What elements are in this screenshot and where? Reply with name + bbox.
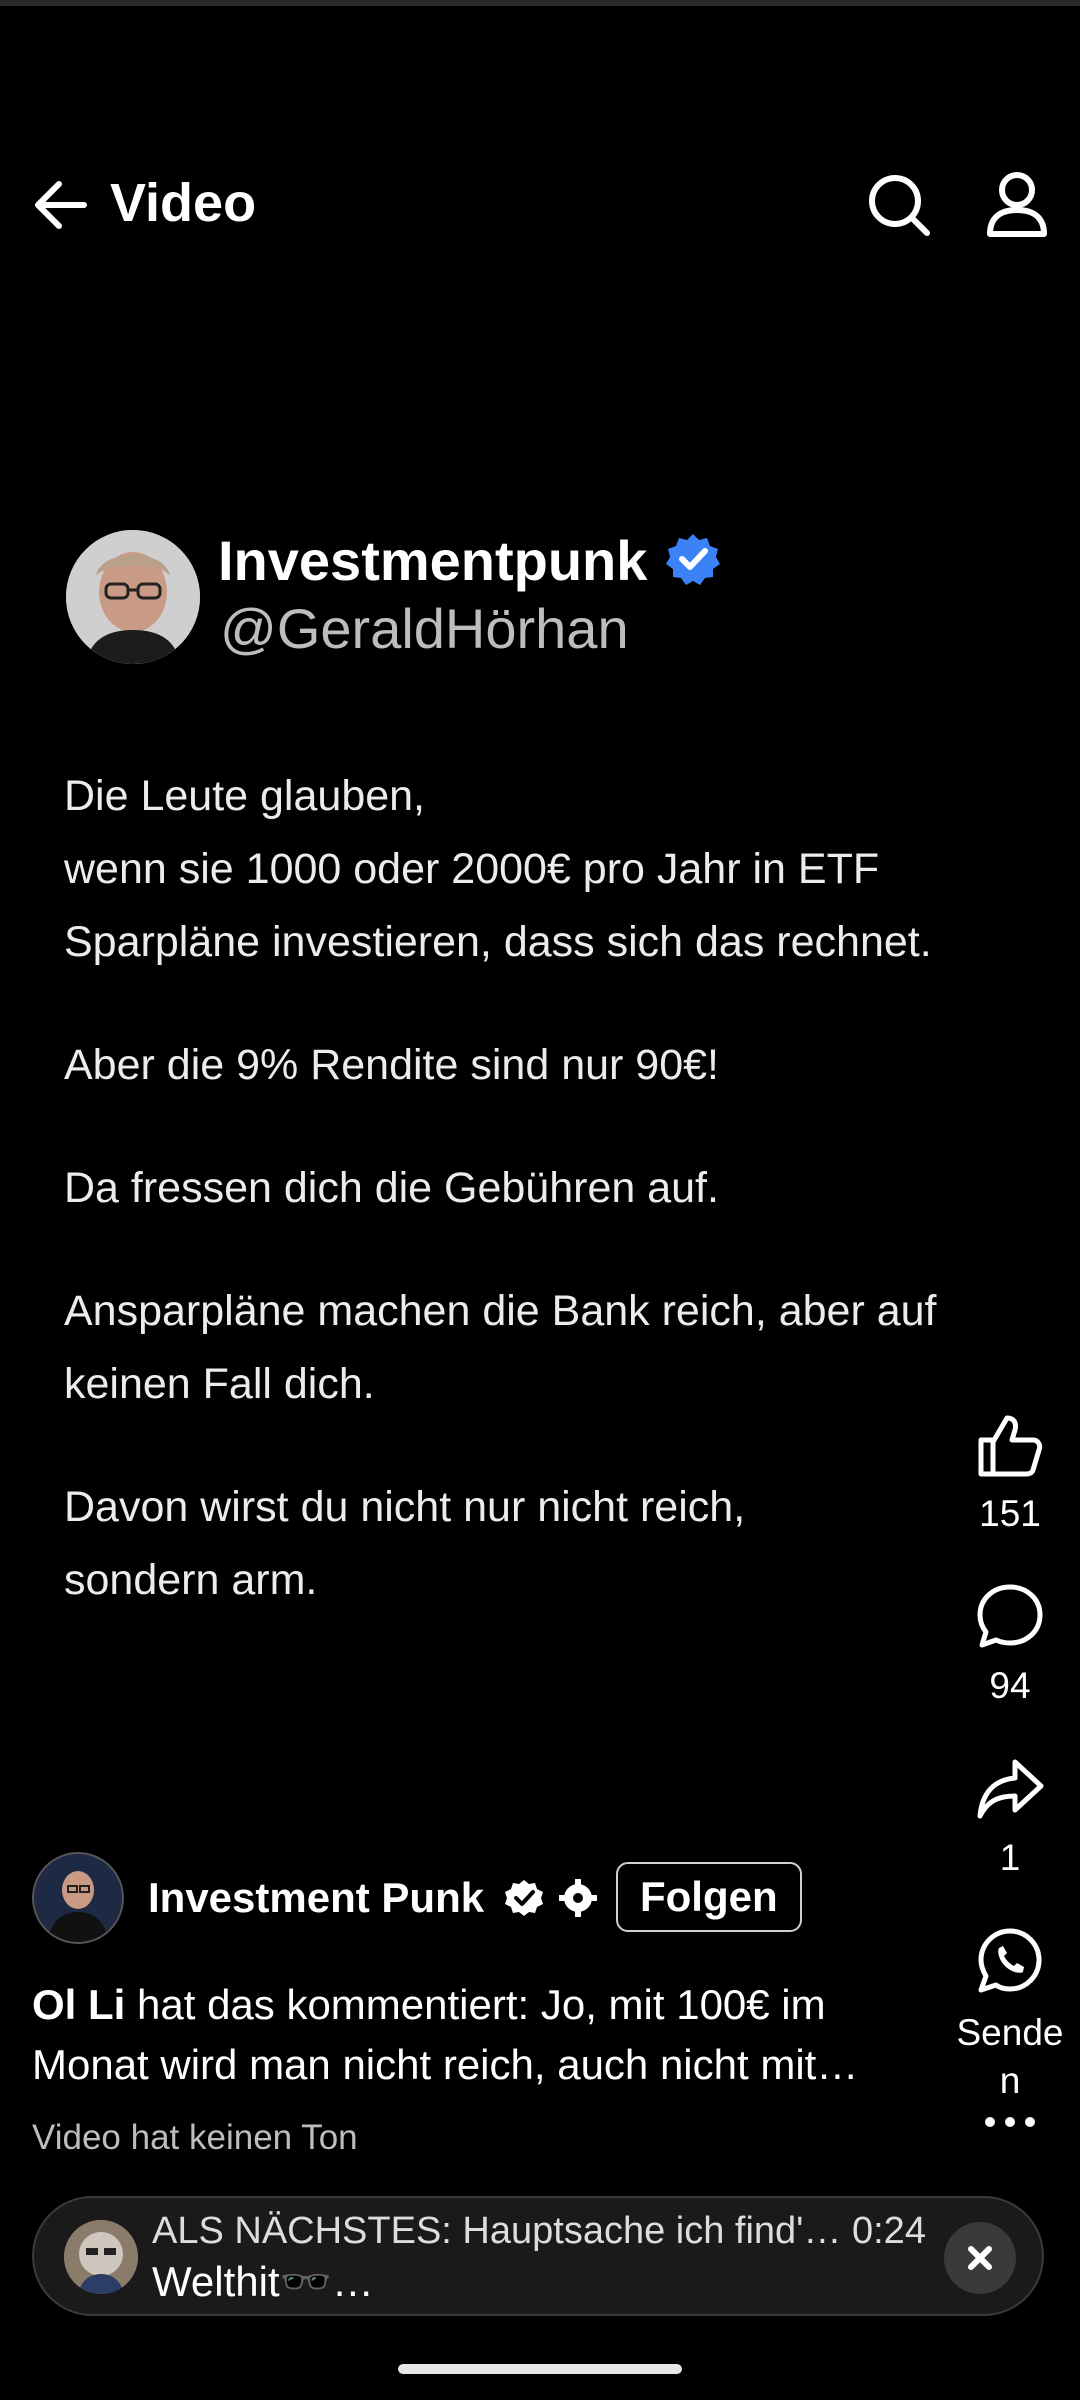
close-up-next-button[interactable] [944, 2222, 1016, 2294]
post-body: Die Leute glauben, wenn sie 1000 oder 20… [64, 760, 1024, 1667]
creator-gear-badge-icon [559, 1879, 597, 1917]
thumbs-up-icon [978, 1415, 1043, 1477]
whatsapp-send-button[interactable]: Sende n [940, 1926, 1080, 2105]
profile-icon[interactable] [984, 170, 1050, 240]
post-paragraph: Aber die 9% Rendite sind nur 90€! [64, 1041, 719, 1089]
search-icon[interactable] [866, 172, 932, 238]
post-paragraph: Da fressen dich die Gebühren auf. [64, 1164, 719, 1212]
follow-button[interactable]: Folgen [616, 1862, 802, 1932]
like-count: 151 [979, 1493, 1041, 1534]
like-button[interactable]: 151 [940, 1410, 1080, 1535]
verified-badge-icon [505, 1880, 543, 1916]
post-paragraph: Ansparpläne machen die Bank reich, aber … [64, 1287, 937, 1408]
up-next-bar[interactable]: ALS NÄCHSTES: Hauptsache ich find'… 0:24… [32, 2196, 1044, 2316]
no-sound-notice: Video hat keinen Ton [32, 2118, 358, 2157]
back-arrow-icon[interactable] [32, 178, 90, 232]
featured-comment[interactable]: Ol Li hat das kommentiert: Jo, mit 100€ … [32, 1975, 932, 2095]
post-paragraph: Die Leute glauben, [64, 772, 426, 820]
verified-badge-icon [666, 534, 720, 585]
post-paragraph: sondern arm. [64, 1556, 318, 1604]
close-icon [968, 2246, 992, 2270]
top-bar: Video [0, 160, 1080, 250]
comment-count: 94 [989, 1665, 1031, 1706]
comment-author: Ol Li [32, 1981, 126, 2028]
channel-name[interactable]: Investment Punk [148, 1874, 484, 1922]
comment-text: hat das kommentiert: Jo, mit 100€ im Mon… [32, 1981, 859, 2088]
up-next-thumbnail [64, 2220, 138, 2294]
post-paragraph: wenn sie 1000 oder 2000€ pro Jahr in ETF… [64, 845, 932, 966]
author-handle: @GeraldHörhan [220, 597, 629, 660]
channel-avatar[interactable] [32, 1852, 124, 1944]
author-avatar [66, 530, 200, 664]
share-button[interactable]: 1 [940, 1754, 1080, 1879]
more-options-button[interactable] [940, 2112, 1080, 2137]
send-label: Sende n [956, 2012, 1064, 2101]
author-name: Investmentpunk [218, 529, 648, 592]
more-dots-icon [985, 2117, 1035, 2127]
channel-row: Investment Punk Folgen [32, 1850, 932, 1946]
up-next-subtitle: Welthit🕶️… [152, 2258, 374, 2305]
home-indicator[interactable] [398, 2364, 682, 2374]
share-count: 1 [999, 1837, 1021, 1878]
up-next-title: ALS NÄCHSTES: Hauptsache ich find'… 0:24 [152, 2210, 926, 2252]
share-arrow-icon [977, 1759, 1044, 1819]
whatsapp-icon [978, 1928, 1042, 1993]
page-title: Video [110, 173, 257, 233]
status-bar-line [0, 0, 1080, 6]
comment-button[interactable]: 94 [940, 1582, 1080, 1707]
comment-bubble-icon [977, 1584, 1043, 1648]
post-paragraph: Davon wirst du nicht nur nicht reich, [64, 1483, 746, 1531]
